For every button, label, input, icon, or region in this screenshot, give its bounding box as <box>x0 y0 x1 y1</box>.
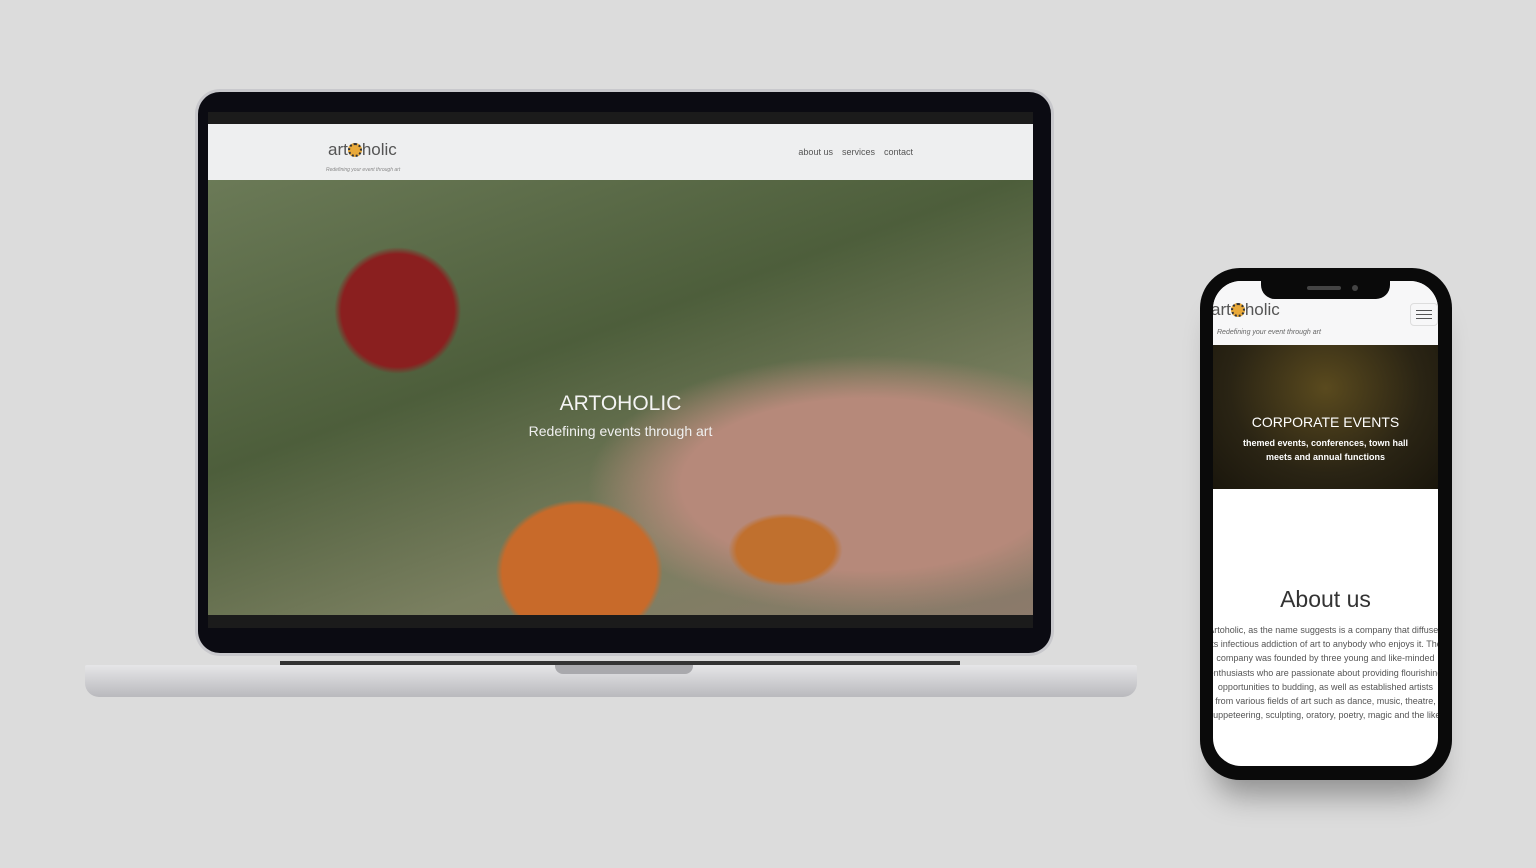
tagline: Redefining your event through art <box>326 167 401 173</box>
phone-notch <box>1261 281 1390 299</box>
logo[interactable]: art holic <box>328 140 397 160</box>
hero-title: ARTOHOLIC <box>559 392 682 415</box>
phone-screen: art holic Redefining your event through a… <box>1213 281 1438 766</box>
laptop-notch <box>555 665 693 674</box>
hero-subtitle: Redefining events through art <box>528 423 713 439</box>
hamburger-menu-icon[interactable] <box>1410 303 1438 326</box>
nav: about us services contact <box>798 147 913 157</box>
laptop-screen: art holic Redefining your event through a… <box>208 112 1033 628</box>
about-title: About us <box>1280 586 1371 612</box>
nav-contact[interactable]: contact <box>884 147 913 157</box>
mobile-logo[interactable]: art holic <box>1213 300 1280 320</box>
mobile-hero: CORPORATE EVENTS themed events, conferen… <box>1213 345 1438 489</box>
nav-about-us[interactable]: about us <box>798 147 833 157</box>
site-header: art holic Redefining your event through a… <box>208 124 1033 180</box>
about-text: Artoholic, as the name suggests is a com… <box>1213 625 1438 721</box>
phone-speaker <box>1307 286 1341 290</box>
phone-camera <box>1352 285 1358 291</box>
mobile-hero-title: CORPORATE EVENTS <box>1251 414 1400 430</box>
hero-banner: ARTOHOLIC Redefining events through art <box>208 180 1033 615</box>
nav-services[interactable]: services <box>842 147 875 157</box>
mobile-tagline: Redefining your event through art <box>1217 329 1321 336</box>
mobile-hero-subtitle: themed events, conferences, town hall me… <box>1242 438 1409 462</box>
